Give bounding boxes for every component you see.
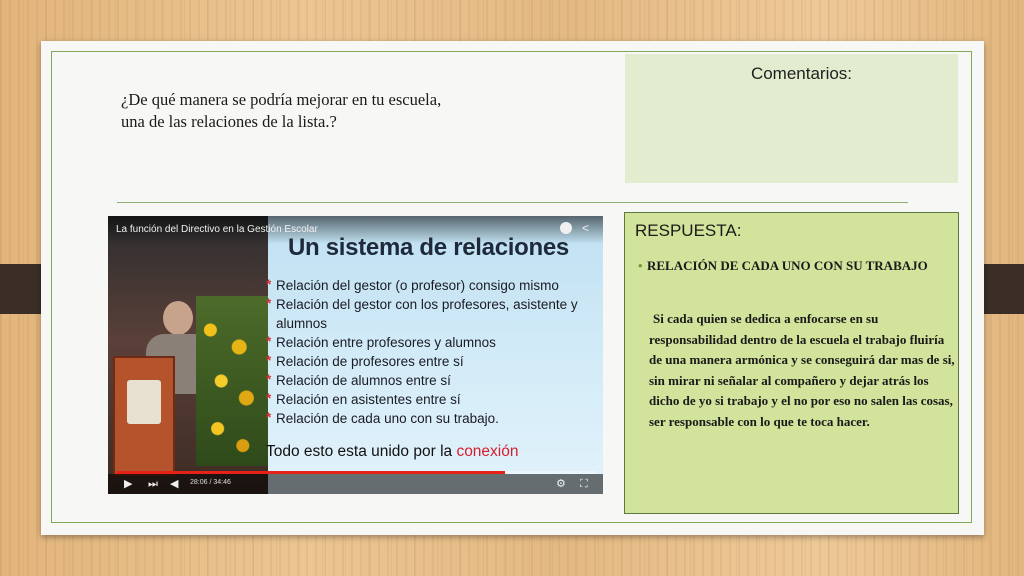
question-line-1: ¿De qué manera se podría mejorar en tu e…: [121, 90, 442, 109]
video-bullet-item: Relación entre profesores y alumnos: [266, 332, 596, 352]
clock-icon[interactable]: [560, 222, 572, 234]
answer-body: Si cada quien se dedica a enfocarse en s…: [649, 311, 955, 429]
share-icon[interactable]: <: [582, 221, 589, 235]
video-bullet-item: Relación de cada uno con su trabajo.: [266, 408, 596, 428]
slide: ¿De qué manera se podría mejorar en tu e…: [41, 41, 984, 535]
gear-icon[interactable]: ⚙: [556, 477, 566, 491]
video-bullet-item: Relación de alumnos entre sí: [266, 370, 596, 390]
play-icon[interactable]: ▶: [124, 477, 132, 491]
question-text: ¿De qué manera se podría mejorar en tu e…: [121, 89, 521, 133]
bullet-dot-icon: •: [638, 258, 643, 273]
comments-box: Comentarios:: [625, 54, 958, 183]
footer-text: Todo esto esta unido por la: [266, 443, 457, 460]
answer-title: RESPUESTA:: [635, 221, 742, 240]
flowers-image: [196, 296, 268, 466]
video-time: 28:06 / 34:46: [190, 479, 231, 486]
video-slide-heading: Un sistema de relaciones: [288, 234, 569, 261]
video-player[interactable]: La función del Directivo en la Gestión E…: [108, 216, 603, 494]
answer-box: RESPUESTA: • RELACIÓN DE CADA UNO CON SU…: [624, 212, 959, 514]
video-bullet-item: Relación del gestor con los profesores, …: [266, 294, 596, 333]
video-controls: ▶ ⏭ ◀ 28:06 / 34:46 ⚙ ⛶: [108, 474, 603, 494]
video-bullet-item: Relación del gestor (o profesor) consigo…: [266, 275, 596, 295]
footer-highlight: conexión: [456, 443, 519, 460]
video-slide-footer: Todo esto esta unido por la conexión: [266, 443, 518, 461]
answer-subheading-text: RELACIÓN DE CADA UNO CON SU TRABAJO: [647, 258, 928, 273]
fullscreen-icon[interactable]: ⛶: [580, 477, 588, 491]
divider-line: [117, 202, 908, 203]
answer-subheading: • RELACIÓN DE CADA UNO CON SU TRABAJO: [638, 256, 947, 275]
video-speaker-area: [108, 216, 268, 494]
podium: [113, 356, 175, 476]
podium-emblem: [127, 380, 161, 424]
question-line-2: una de las relaciones de la lista.?: [121, 112, 337, 131]
next-icon[interactable]: ⏭: [148, 477, 158, 491]
video-bullet-item: Relación de profesores entre sí: [266, 351, 596, 371]
video-bullet-item: Relación en asistentes entre sí: [266, 389, 596, 409]
video-bullet-list: Relación del gestor (o profesor) consigo…: [266, 275, 596, 428]
speaker-head: [163, 301, 193, 335]
volume-icon[interactable]: ◀: [170, 477, 178, 491]
comments-title: Comentarios:: [750, 64, 853, 83]
